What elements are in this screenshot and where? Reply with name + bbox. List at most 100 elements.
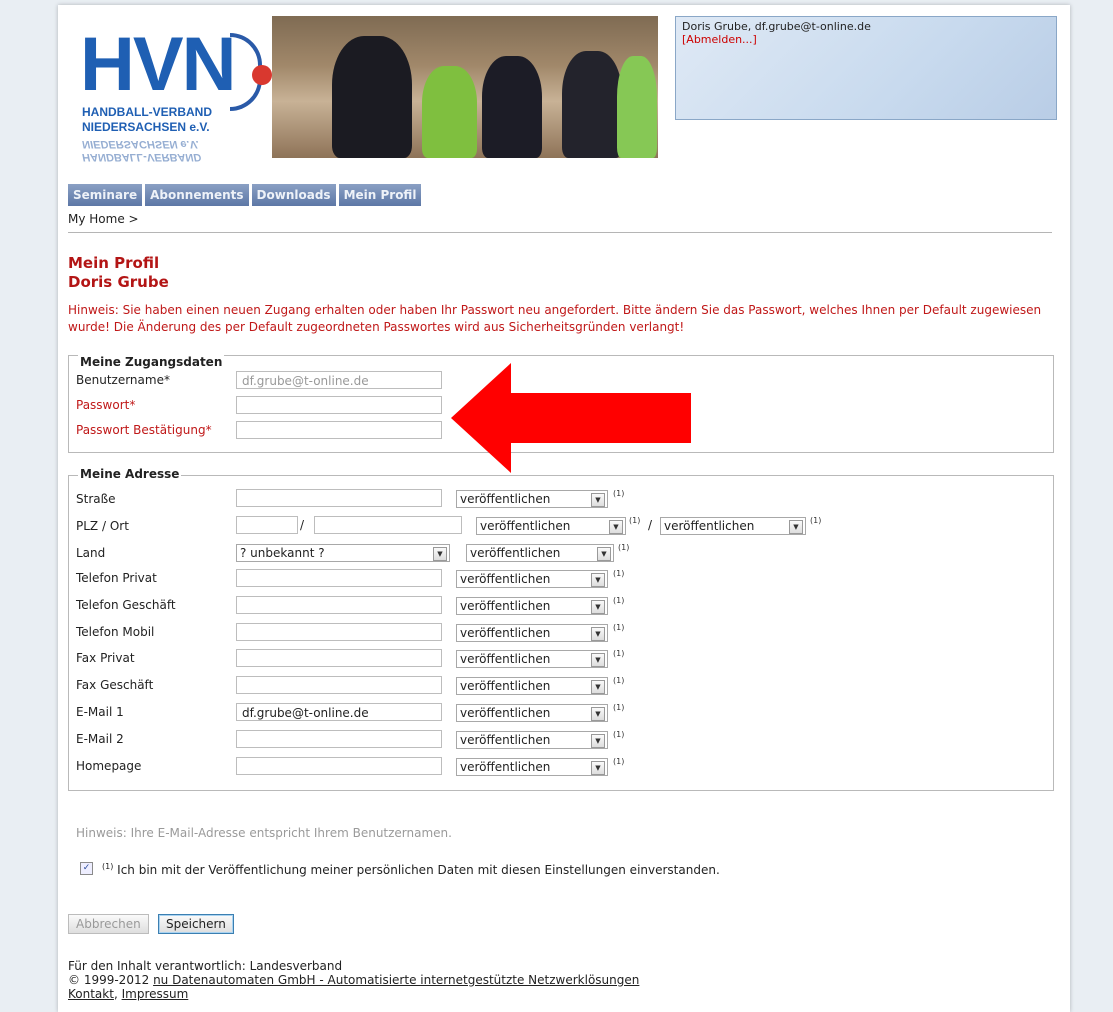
plz-publish-select[interactable]: veröffentlichen ▼ [476, 517, 626, 535]
user-info-box: Doris Grube, df.grube@t-online.de [Abmel… [675, 16, 1057, 120]
logo-mirror-line1: NIEDERSACHSEN e.V. [82, 138, 199, 150]
street-publish-select[interactable]: veröffentlichen ▼ [456, 490, 608, 508]
footnote-marker: (1) [613, 489, 625, 498]
logo-mirror-line2: HANDBALL-VERBAND [82, 151, 202, 163]
chevron-down-icon: ▼ [591, 573, 605, 587]
hvn-logo[interactable]: HVN HANDBALL-VERBAND NIEDERSACHSEN e.V. … [72, 21, 272, 171]
plz-ort-separator: / [300, 518, 305, 532]
imprint-link[interactable]: Impressum [122, 987, 189, 1001]
country-select[interactable]: ? unbekannt ? ▼ [236, 544, 450, 562]
phone-private-input[interactable] [236, 569, 442, 587]
consent-label: (1) Ich bin mit der Veröffentlichung mei… [102, 862, 720, 877]
chevron-down-icon: ▼ [591, 653, 605, 667]
street-input[interactable] [236, 489, 442, 507]
homepage-label: Homepage [76, 759, 142, 773]
logo-ball [252, 65, 272, 85]
password-warning: Hinweis: Sie haben einen neuen Zugang er… [68, 303, 1042, 334]
footnote-marker: (1) [810, 516, 822, 525]
homepage-publish-select[interactable]: veröffentlichen ▼ [456, 758, 608, 776]
chevron-down-icon: ▼ [591, 761, 605, 775]
chevron-down-icon: ▼ [789, 520, 803, 534]
fax-private-publish-select[interactable]: veröffentlichen ▼ [456, 650, 608, 668]
chevron-down-icon: ▼ [433, 547, 447, 561]
fax-private-label: Fax Privat [76, 651, 135, 665]
tab-downloads[interactable]: Downloads [251, 184, 336, 206]
email2-publish-select[interactable]: veröffentlichen ▼ [456, 731, 608, 749]
footer-responsible: Für den Inhalt verantwortlich: Landesver… [68, 959, 343, 973]
phone-private-publish-select[interactable]: veröffentlichen ▼ [456, 570, 608, 588]
header-divider [68, 232, 1052, 233]
password-confirm-input[interactable] [236, 421, 442, 439]
user-name-heading: Doris Grube [68, 273, 169, 291]
consent-footnote: (1) [102, 862, 114, 871]
footer-copyright: © 1999-2012 nu Datenautomaten GmbH - Aut… [68, 973, 640, 987]
password-confirm-label: Passwort Bestätigung* [76, 423, 212, 437]
footnote-marker: (1) [613, 703, 625, 712]
logo-subtitle: HANDBALL-VERBAND NIEDERSACHSEN e.V. [82, 105, 212, 135]
cancel-button[interactable]: Abbrechen [68, 914, 149, 934]
street-label: Straße [76, 492, 116, 506]
logout-link[interactable]: [Abmelden...] [682, 33, 757, 46]
phone-private-label: Telefon Privat [76, 571, 157, 585]
email1-input[interactable]: df.grube@t-online.de [236, 703, 442, 721]
username-label: Benutzername* [76, 373, 170, 387]
tab-mein-profil[interactable]: Mein Profil [338, 184, 422, 206]
country-publish-select[interactable]: veröffentlichen ▼ [466, 544, 614, 562]
chevron-down-icon: ▼ [591, 627, 605, 641]
ort-input[interactable] [314, 516, 462, 534]
chevron-down-icon: ▼ [597, 547, 611, 561]
phone-business-label: Telefon Geschäft [76, 598, 176, 612]
plz-input[interactable] [236, 516, 298, 534]
footnote-marker: (1) [618, 543, 630, 552]
header-banner-photo [272, 16, 658, 158]
ort-publish-select[interactable]: veröffentlichen ▼ [660, 517, 806, 535]
address-legend: Meine Adresse [78, 467, 182, 481]
user-info: Doris Grube, df.grube@t-online.de [682, 20, 871, 33]
phone-mobile-input[interactable] [236, 623, 442, 641]
tab-abonnements[interactable]: Abonnements [145, 184, 249, 206]
consent-text: Ich bin mit der Veröffentlichung meiner … [117, 863, 720, 877]
email1-label: E-Mail 1 [76, 705, 124, 719]
chevron-down-icon: ▼ [591, 680, 605, 694]
tab-seminare[interactable]: Seminare [68, 184, 143, 206]
footer-links: Kontakt, Impressum [68, 987, 189, 1001]
phone-mobile-publish-select[interactable]: veröffentlichen ▼ [456, 624, 608, 642]
page-container: HVN HANDBALL-VERBAND NIEDERSACHSEN e.V. … [58, 5, 1070, 1012]
fax-business-label: Fax Geschäft [76, 678, 154, 692]
page-title: Mein Profil [68, 254, 160, 272]
consent-checkbox[interactable]: ✓ [80, 862, 93, 875]
save-button[interactable]: Speichern [158, 914, 234, 934]
fax-business-publish-select[interactable]: veröffentlichen ▼ [456, 677, 608, 695]
footnote-marker: (1) [613, 757, 625, 766]
email2-input[interactable] [236, 730, 442, 748]
email2-label: E-Mail 2 [76, 732, 124, 746]
company-link[interactable]: nu Datenautomaten GmbH - Automatisierte … [153, 973, 639, 987]
homepage-input[interactable] [236, 757, 442, 775]
footnote-marker: (1) [613, 649, 625, 658]
footnote-marker: (1) [613, 596, 625, 605]
logo-line1: HANDBALL-VERBAND [82, 105, 212, 119]
footnote-marker: (1) [613, 569, 625, 578]
username-input[interactable]: df.grube@t-online.de [236, 371, 442, 389]
logo-reflection: HANDBALL-VERBAND NIEDERSACHSEN e.V. [82, 137, 201, 163]
footnote-marker: (1) [629, 516, 641, 525]
publish-separator: / [648, 518, 653, 532]
chevron-down-icon: ▼ [591, 600, 605, 614]
footer: Für den Inhalt verantwortlich: Landesver… [68, 959, 639, 1001]
phone-business-input[interactable] [236, 596, 442, 614]
chevron-down-icon: ▼ [591, 493, 605, 507]
email1-publish-select[interactable]: veröffentlichen ▼ [456, 704, 608, 722]
plz-ort-label: PLZ / Ort [76, 519, 129, 533]
phone-business-publish-select[interactable]: veröffentlichen ▼ [456, 597, 608, 615]
fax-private-input[interactable] [236, 649, 442, 667]
access-legend: Meine Zugangsdaten [78, 355, 225, 369]
password-label: Passwort* [76, 398, 136, 412]
phone-mobile-label: Telefon Mobil [76, 625, 155, 639]
password-input[interactable] [236, 396, 442, 414]
contact-link[interactable]: Kontakt [68, 987, 114, 1001]
breadcrumb[interactable]: My Home > [68, 212, 139, 226]
chevron-down-icon: ▼ [609, 520, 623, 534]
main-nav: Seminare Abonnements Downloads Mein Prof… [68, 184, 422, 206]
fax-business-input[interactable] [236, 676, 442, 694]
footnote-marker: (1) [613, 676, 625, 685]
